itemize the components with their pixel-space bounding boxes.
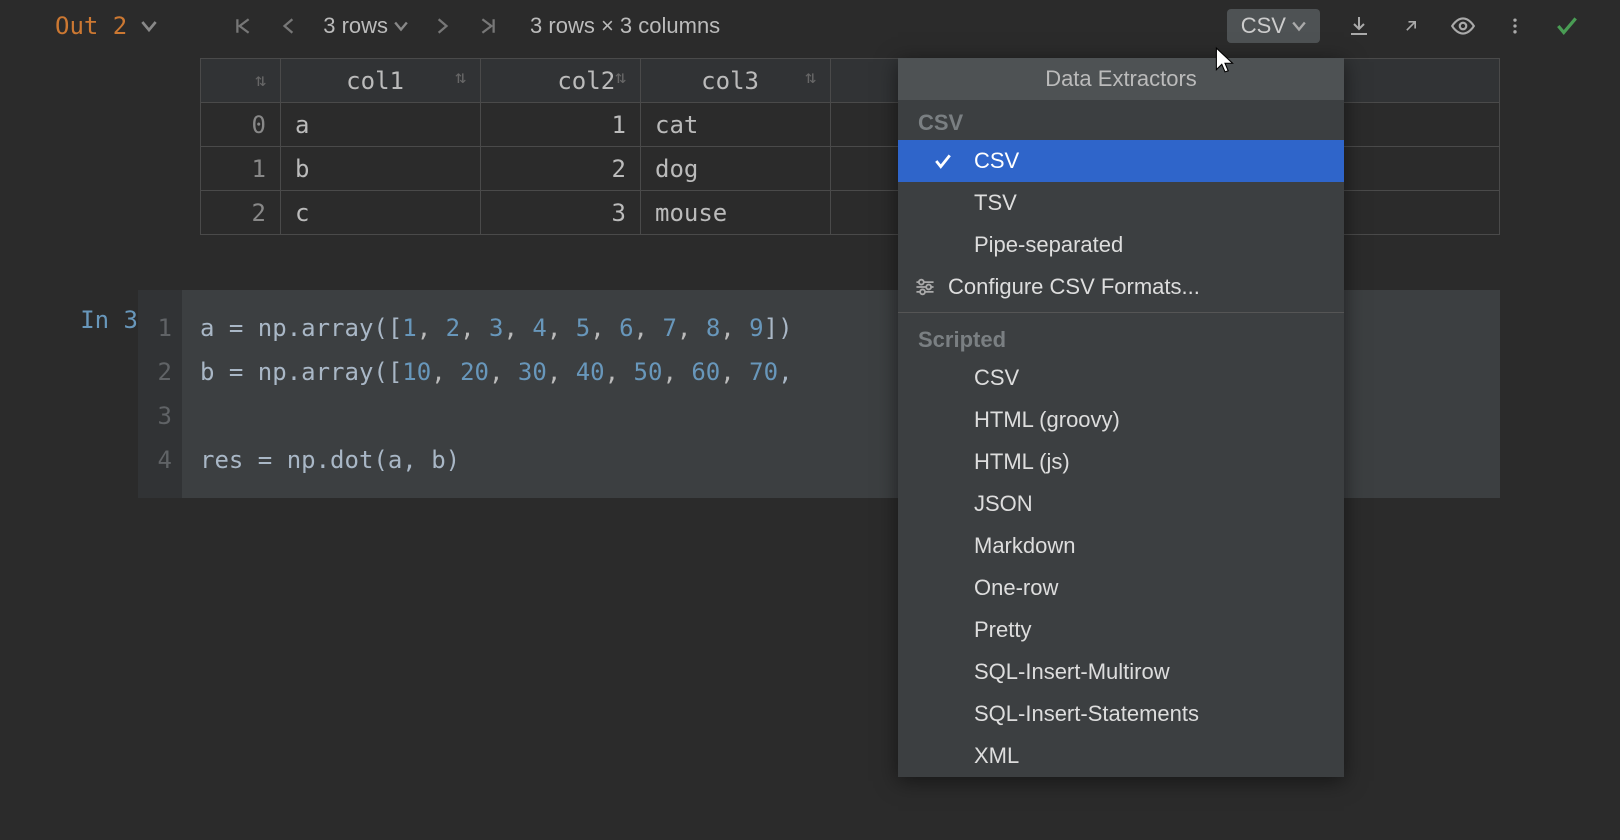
column-header-label: col1 <box>346 67 404 95</box>
checkmark-icon <box>1554 13 1580 39</box>
code-number: 40 <box>576 358 605 386</box>
output-cell-label: Out 2 <box>55 12 127 40</box>
last-page-button[interactable] <box>476 14 500 38</box>
menu-item-pretty[interactable]: Pretty <box>898 609 1344 651</box>
menu-item-label: CSV <box>974 365 1019 390</box>
code-number: 4 <box>532 314 546 342</box>
cell[interactable]: b <box>281 147 481 191</box>
code-number: 2 <box>446 314 460 342</box>
menu-item-html-groovy[interactable]: HTML (groovy) <box>898 399 1344 441</box>
menu-separator <box>898 312 1344 313</box>
menu-title: Data Extractors <box>898 58 1344 100</box>
menu-item-label: Pipe-separated <box>974 232 1123 257</box>
code-text: a = np.array([ <box>200 314 402 342</box>
code-text: res = np.dot(a, b) <box>200 446 460 474</box>
column-header-col1[interactable]: col1⇅ <box>281 59 481 103</box>
code-text: , <box>778 358 792 386</box>
menu-item-scripted-csv[interactable]: CSV <box>898 357 1344 399</box>
menu-item-markdown[interactable]: Markdown <box>898 525 1344 567</box>
menu-item-json[interactable]: JSON <box>898 483 1344 525</box>
extractor-dropdown-button[interactable]: CSV <box>1227 9 1320 43</box>
code-number: 3 <box>489 314 503 342</box>
code-number: 8 <box>706 314 720 342</box>
code-text: ]) <box>764 314 793 342</box>
code-number: 70 <box>749 358 778 386</box>
first-page-button[interactable] <box>231 14 255 38</box>
line-number: 4 <box>148 438 172 482</box>
menu-item-sql-multirow[interactable]: SQL-Insert-Multirow <box>898 651 1344 693</box>
menu-item-tsv[interactable]: TSV <box>898 182 1344 224</box>
code-number: 6 <box>619 314 633 342</box>
menu-item-csv[interactable]: CSV <box>898 140 1344 182</box>
menu-item-xml[interactable]: XML <box>898 735 1344 777</box>
row-index: 0 <box>201 103 281 147</box>
input-cell-label: In 3 <box>58 290 138 498</box>
code-number: 30 <box>518 358 547 386</box>
cell[interactable]: dog <box>641 147 831 191</box>
row-index: 1 <box>201 147 281 191</box>
cell[interactable]: 1 <box>481 103 641 147</box>
menu-section-csv: CSV <box>898 100 1344 140</box>
code-text: b = np.array([ <box>200 358 402 386</box>
more-icon[interactable] <box>1502 13 1528 39</box>
code-number: 1 <box>402 314 416 342</box>
column-header-label: col3 <box>701 67 759 95</box>
menu-item-label: TSV <box>974 190 1017 215</box>
cell[interactable]: 2 <box>481 147 641 191</box>
extractor-dropdown-label: CSV <box>1241 13 1286 39</box>
checkmark-icon <box>934 150 952 176</box>
prev-page-button[interactable] <box>277 14 301 38</box>
line-number: 2 <box>148 350 172 394</box>
menu-item-label: JSON <box>974 491 1033 516</box>
code-number: 20 <box>460 358 489 386</box>
cell[interactable]: 3 <box>481 191 641 235</box>
mouse-cursor-icon <box>1214 46 1236 80</box>
cell[interactable]: mouse <box>641 191 831 235</box>
menu-item-pipe[interactable]: Pipe-separated <box>898 224 1344 266</box>
code-number: 50 <box>634 358 663 386</box>
rows-dropdown[interactable]: 3 rows <box>323 13 408 39</box>
cell[interactable]: a <box>281 103 481 147</box>
menu-item-sql-statements[interactable]: SQL-Insert-Statements <box>898 693 1344 735</box>
line-number: 1 <box>148 306 172 350</box>
menu-item-label: SQL-Insert-Multirow <box>974 659 1170 684</box>
menu-item-label: Pretty <box>974 617 1031 642</box>
menu-item-label: XML <box>974 743 1019 768</box>
menu-item-one-row[interactable]: One-row <box>898 567 1344 609</box>
menu-item-label: HTML (js) <box>974 449 1070 474</box>
column-header-col3[interactable]: col3⇅ <box>641 59 831 103</box>
line-number: 3 <box>148 394 172 438</box>
code-number: 5 <box>576 314 590 342</box>
sliders-icon <box>914 276 936 304</box>
index-header[interactable]: ⇅ <box>201 59 281 103</box>
cell[interactable]: c <box>281 191 481 235</box>
menu-item-html-js[interactable]: HTML (js) <box>898 441 1344 483</box>
data-extractors-menu: Data Extractors CSV CSV TSV Pipe-separat… <box>898 58 1344 777</box>
menu-item-label: CSV <box>974 148 1019 173</box>
column-header-col2[interactable]: col2 ⇅ <box>481 59 641 103</box>
dimensions-label: 3 rows × 3 columns <box>530 13 720 39</box>
menu-section-scripted: Scripted <box>898 317 1344 357</box>
menu-item-configure[interactable]: Configure CSV Formats... <box>898 266 1344 308</box>
menu-item-label: One-row <box>974 575 1058 600</box>
menu-item-label: Markdown <box>974 533 1075 558</box>
line-gutter: 1 2 3 4 <box>138 290 182 498</box>
download-icon[interactable] <box>1346 13 1372 39</box>
cell[interactable]: cat <box>641 103 831 147</box>
menu-item-label: HTML (groovy) <box>974 407 1120 432</box>
eye-icon[interactable] <box>1450 13 1476 39</box>
menu-item-label: SQL-Insert-Statements <box>974 701 1199 726</box>
chevron-down-icon[interactable] <box>135 18 163 34</box>
open-external-icon[interactable] <box>1398 13 1424 39</box>
menu-item-label: Configure CSV Formats... <box>948 274 1200 299</box>
code-number: 7 <box>662 314 676 342</box>
code-number: 60 <box>691 358 720 386</box>
code-number: 10 <box>402 358 431 386</box>
rows-dropdown-label: 3 rows <box>323 13 388 39</box>
next-page-button[interactable] <box>430 14 454 38</box>
code-number: 9 <box>749 314 763 342</box>
column-header-label: col2 <box>557 67 615 95</box>
row-index: 2 <box>201 191 281 235</box>
